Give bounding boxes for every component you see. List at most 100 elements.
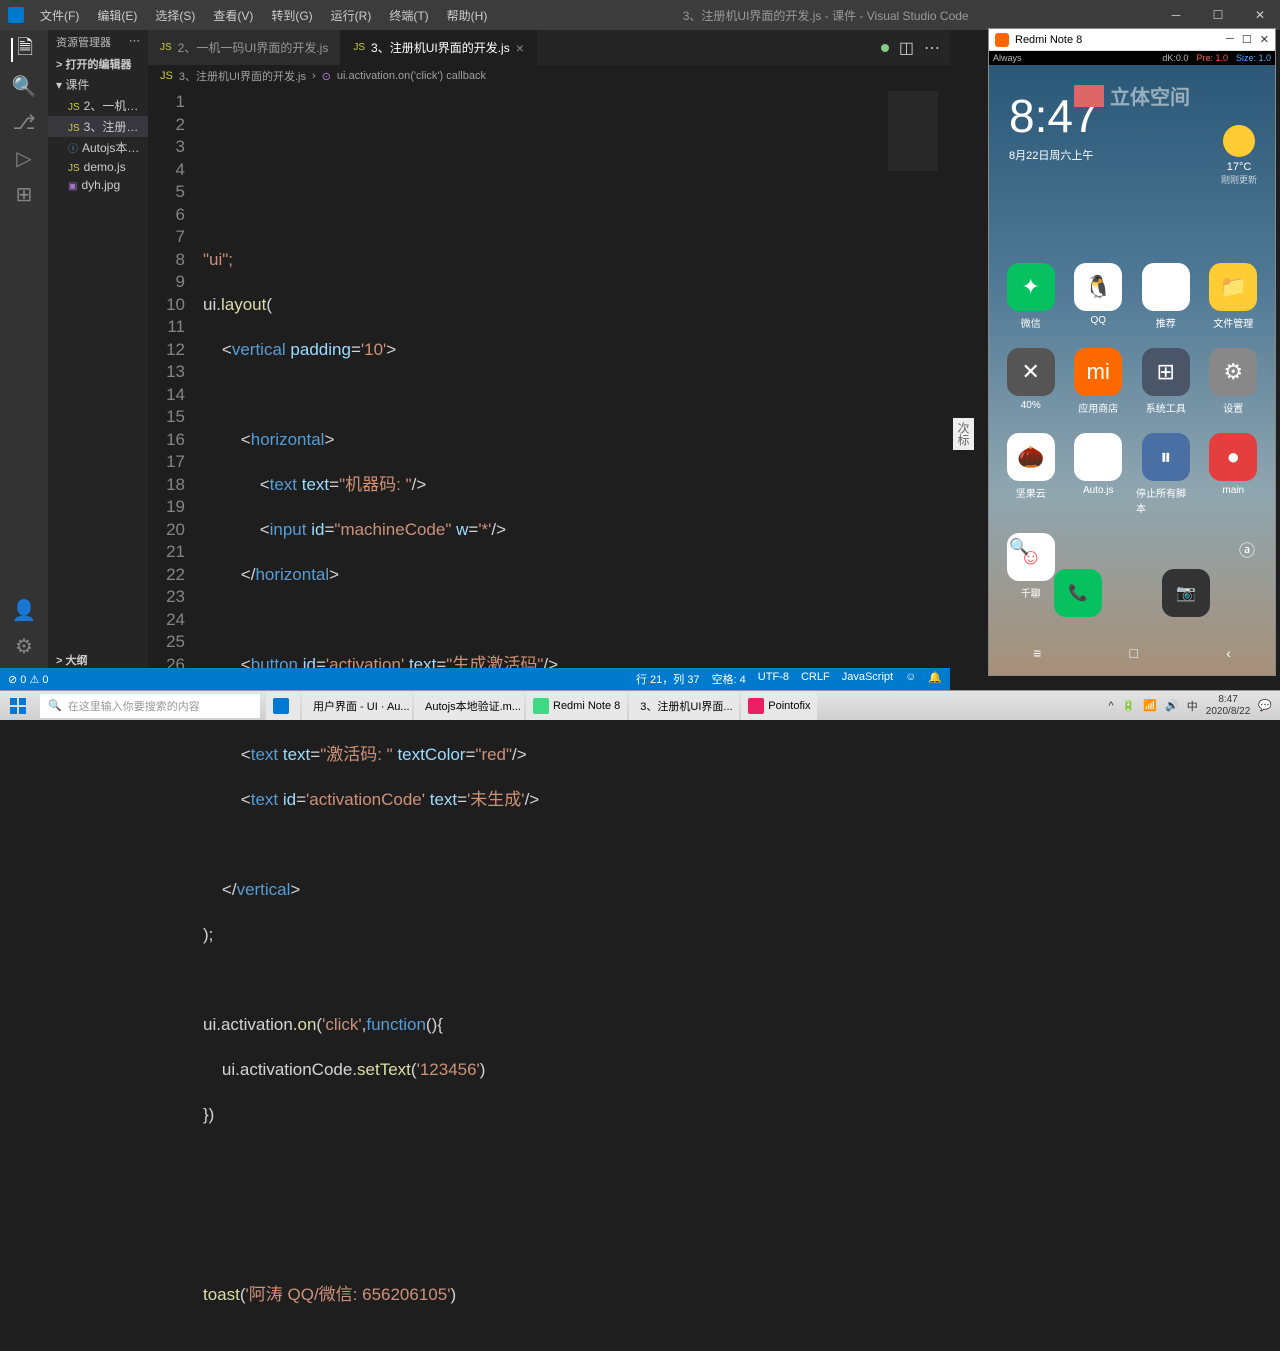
- menu-file[interactable]: 文件(F): [32, 3, 87, 28]
- menu-terminal[interactable]: 终端(T): [381, 3, 436, 28]
- tray-wifi-icon[interactable]: 📶: [1143, 699, 1157, 712]
- app-label: QQ: [1090, 315, 1106, 326]
- weather-update: 刚刚更新: [1221, 173, 1257, 186]
- menu-edit[interactable]: 编辑(E): [89, 3, 145, 28]
- app-qq[interactable]: 🐧QQ: [1069, 263, 1129, 330]
- taskbar-app[interactable]: [266, 692, 300, 720]
- minimize-icon[interactable]: ─: [1226, 33, 1234, 46]
- app-stop[interactable]: ⏸停止所有脚本: [1136, 433, 1196, 515]
- tray-up-icon[interactable]: ^: [1109, 700, 1114, 712]
- account-icon[interactable]: 👤: [12, 598, 36, 622]
- app-battery[interactable]: ✕40%: [1001, 348, 1061, 415]
- app-main[interactable]: ●main: [1204, 433, 1264, 515]
- code-content[interactable]: "ui"; ui.layout( <vertical padding='10'>…: [203, 87, 950, 670]
- phone-voice-icon[interactable]: ⓐ: [1239, 537, 1255, 561]
- maximize-icon[interactable]: ☐: [1198, 0, 1238, 30]
- app-settings[interactable]: ⚙设置: [1204, 348, 1264, 415]
- editor-tab[interactable]: JS2、一机一码UI界面的开发.js: [148, 30, 341, 65]
- maximize-icon[interactable]: ☐: [1242, 33, 1252, 46]
- menu-view[interactable]: 查看(V): [205, 3, 261, 28]
- open-editors-section[interactable]: > 打开的编辑器: [48, 54, 148, 74]
- tray-volume-icon[interactable]: 🔊: [1165, 699, 1179, 712]
- device-connected-icon[interactable]: [881, 44, 889, 52]
- source-control-icon[interactable]: ⎇: [12, 110, 36, 134]
- app-autojs[interactable]: ▶Auto.js: [1069, 433, 1129, 515]
- phone-search-icon[interactable]: 🔍: [1009, 537, 1029, 561]
- close-icon[interactable]: ✕: [1240, 0, 1280, 30]
- status-encoding[interactable]: UTF-8: [758, 671, 789, 687]
- tray-clock[interactable]: 8:472020/8/22: [1206, 694, 1251, 718]
- app-tuijian[interactable]: ⊞推荐: [1136, 263, 1196, 330]
- status-problems[interactable]: ⊘ 0 ⚠ 0: [8, 673, 48, 686]
- file-item[interactable]: JS2、一机一码UI界面...: [48, 95, 148, 116]
- status-indent[interactable]: 空格: 4: [712, 671, 746, 687]
- phone-mirror-window: Redmi Note 8 ─ ☐ ✕ Always dK:0.0 Pre: 1.…: [988, 28, 1276, 676]
- status-eol[interactable]: CRLF: [801, 671, 830, 687]
- phone-brand: 立体空间: [1074, 81, 1190, 110]
- breadcrumb[interactable]: JS3、注册机UI界面的开发.js› ⊙ui.activation.on('cl…: [148, 65, 950, 87]
- workspace-folder[interactable]: ▾ 课件: [48, 74, 148, 95]
- menu-help[interactable]: 帮助(H): [439, 3, 496, 28]
- settings-icon[interactable]: ⚙: [12, 634, 36, 658]
- code-editor[interactable]: 1234567891011121314151617181920212223242…: [148, 87, 950, 670]
- nav-home-icon[interactable]: □: [1130, 645, 1138, 661]
- scrcpy-icon: [995, 33, 1009, 47]
- activity-bar: 🗎 🔍 ⎇ ▷ ⊞ 👤 ⚙: [0, 30, 48, 670]
- status-feedback-icon[interactable]: ☺: [905, 671, 916, 687]
- app-jianguo[interactable]: 🌰坚果云: [1001, 433, 1061, 515]
- window-title: 3、注册机UI界面的开发.js - 课件 - Visual Studio Cod…: [495, 7, 1156, 24]
- app-label: 推荐: [1156, 315, 1176, 330]
- status-bell-icon[interactable]: 🔔: [928, 671, 942, 687]
- app-icon: ⊞: [1142, 348, 1190, 396]
- tray-battery-icon[interactable]: 🔋: [1122, 699, 1136, 712]
- nav-back-icon[interactable]: ‹: [1226, 645, 1231, 661]
- app-icon: [273, 698, 289, 714]
- status-cursor-pos[interactable]: 行 21，列 37: [636, 671, 700, 687]
- nav-menu-icon[interactable]: ≡: [1033, 645, 1041, 661]
- app-util[interactable]: ⊞系统工具: [1136, 348, 1196, 415]
- tray-notifications-icon[interactable]: 💬: [1258, 699, 1272, 712]
- app-label: 应用商店: [1078, 400, 1118, 415]
- camera-icon[interactable]: 📷: [1162, 569, 1210, 617]
- app-label: 停止所有脚本: [1136, 485, 1196, 515]
- extensions-icon[interactable]: ⊞: [12, 182, 36, 206]
- dialer-icon[interactable]: 📞: [1054, 569, 1102, 617]
- taskbar-app[interactable]: Pointofix: [741, 692, 817, 720]
- tab-close-icon[interactable]: ×: [516, 40, 524, 56]
- app-store[interactable]: mi应用商店: [1069, 348, 1129, 415]
- start-button[interactable]: [0, 691, 36, 721]
- taskbar-app[interactable]: Autojs本地验证.m...: [414, 692, 524, 720]
- file-item[interactable]: JS3、注册机UI界面的开...: [48, 116, 148, 137]
- file-item[interactable]: ▣dyh.jpg: [48, 176, 148, 194]
- line-gutter: 1234567891011121314151617181920212223242…: [148, 87, 203, 670]
- search-icon[interactable]: 🔍: [12, 74, 36, 98]
- phone-nav-bar: ≡ □ ‹: [989, 645, 1275, 661]
- taskbar-app[interactable]: 用户界面 - UI · Au...: [302, 692, 412, 720]
- more-icon[interactable]: ⋯: [129, 34, 140, 50]
- app-wechat[interactable]: ✦微信: [1001, 263, 1061, 330]
- more-icon[interactable]: ⋯: [924, 38, 940, 58]
- minimap[interactable]: [888, 91, 938, 171]
- menu-run[interactable]: 运行(R): [323, 3, 380, 28]
- close-icon[interactable]: ✕: [1260, 33, 1269, 46]
- tray-ime-icon[interactable]: 中: [1187, 698, 1198, 714]
- split-editor-icon[interactable]: ◫: [899, 38, 914, 58]
- phone-screen[interactable]: 立体空间 8:47 8月22日周六上午 17°C 刚刚更新 ✦微信🐧QQ⊞推荐📁…: [989, 65, 1275, 675]
- debug-icon[interactable]: ▷: [12, 146, 36, 170]
- editor-tab[interactable]: JS3、注册机UI界面的开发.js×: [341, 30, 537, 65]
- status-lang[interactable]: JavaScript: [842, 671, 893, 687]
- taskbar-app[interactable]: Redmi Note 8: [526, 692, 627, 720]
- menu-select[interactable]: 选择(S): [147, 3, 203, 28]
- system-tray[interactable]: ^ 🔋 📶 🔊 中 8:472020/8/22 💬: [1101, 694, 1280, 718]
- taskbar-search[interactable]: 🔍 在这里输入你要搜索的内容: [40, 694, 260, 718]
- explorer-icon[interactable]: 🗎: [11, 38, 35, 62]
- weather-widget[interactable]: 17°C 刚刚更新: [1221, 125, 1257, 186]
- phone-window-titlebar[interactable]: Redmi Note 8 ─ ☐ ✕: [989, 29, 1275, 51]
- minimize-icon[interactable]: ─: [1156, 0, 1196, 30]
- outline-section[interactable]: > 大纲: [48, 650, 148, 670]
- file-item[interactable]: ⓘAutojs本地验证.md: [48, 137, 148, 158]
- file-item[interactable]: JSdemo.js: [48, 158, 148, 176]
- app-files[interactable]: 📁文件管理: [1204, 263, 1264, 330]
- taskbar-app[interactable]: 3、注册机UI界面...: [629, 692, 739, 720]
- menu-goto[interactable]: 转到(G): [263, 3, 320, 28]
